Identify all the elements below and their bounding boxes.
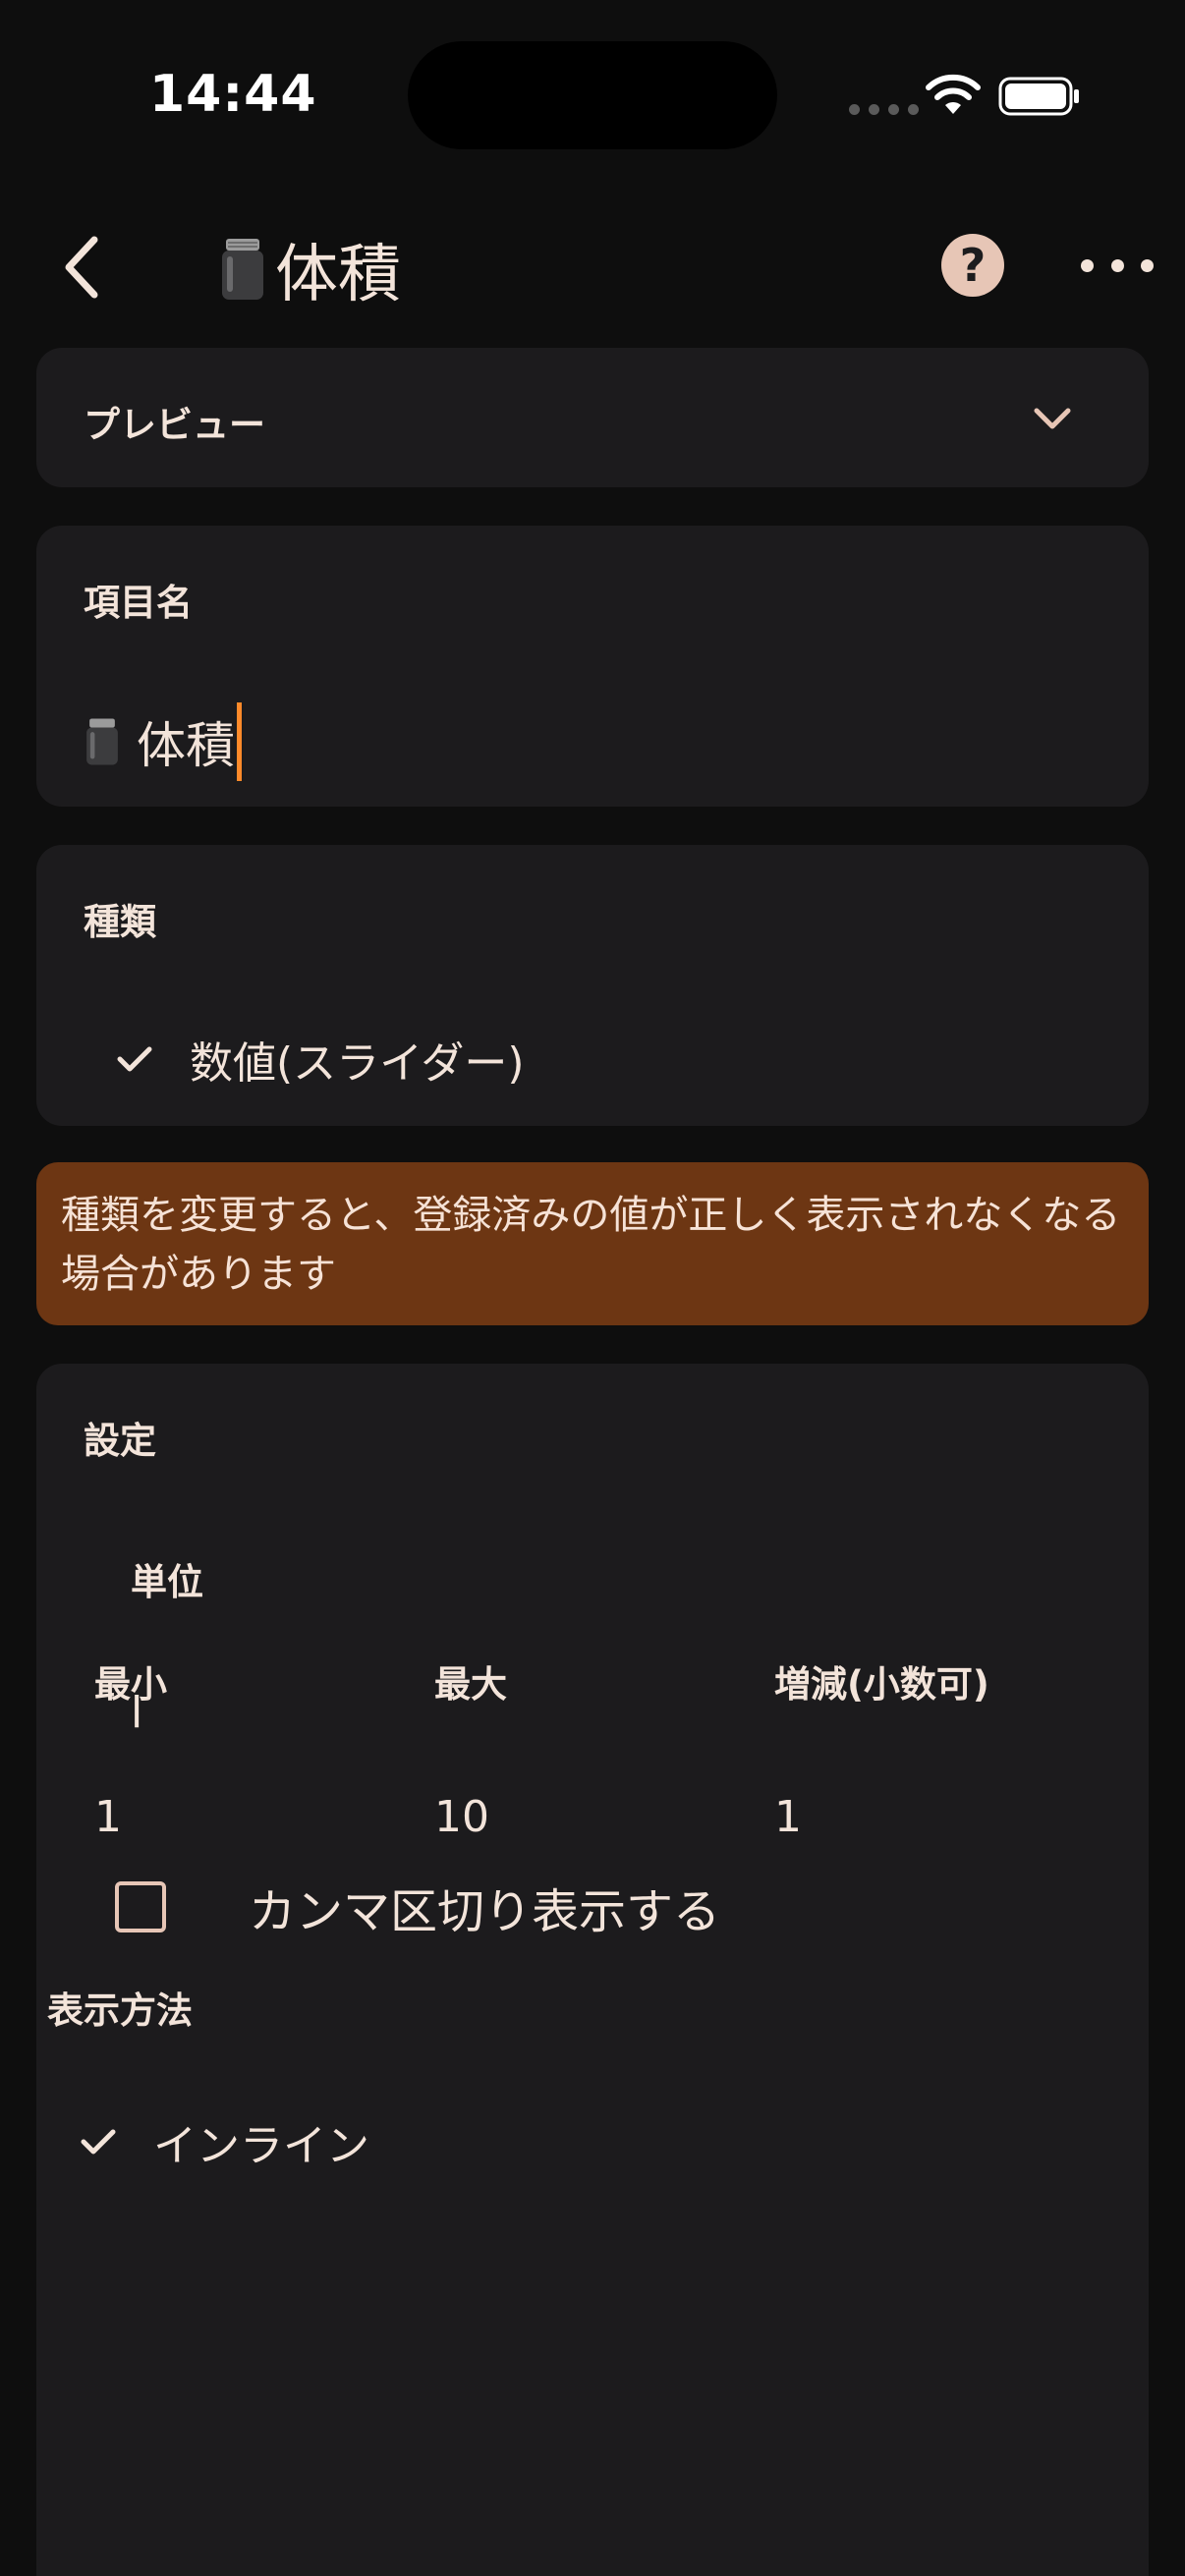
dynamic-island	[408, 41, 777, 149]
settings-label: 設定	[84, 1420, 156, 1462]
type-change-warning: 種類を変更すると、登録済みの値が正しく表示されなくなる場合があります	[36, 1162, 1149, 1325]
battery-icon	[998, 77, 1079, 116]
preview-label: プレビュー	[84, 404, 265, 446]
step-input[interactable]: 1	[774, 1792, 802, 1842]
preview-section[interactable]: プレビュー	[36, 348, 1149, 487]
jar-icon	[222, 239, 263, 300]
display-option-inline[interactable]: インライン	[81, 2110, 369, 2173]
type-option-slider[interactable]: 数値(スライダー)	[117, 1028, 525, 1091]
display-method-label: 表示方法	[47, 1989, 193, 2032]
help-button[interactable]: ?	[941, 234, 1004, 297]
display-option-label: インライン	[153, 2121, 369, 2171]
step-label: 増減(小数可)	[774, 1663, 989, 1706]
more-button[interactable]	[1081, 253, 1154, 277]
status-time: 14:44	[149, 65, 317, 124]
settings-section: 設定 単位 l カンマ区切り表示する	[36, 1364, 1149, 2576]
help-icon: ?	[959, 239, 987, 292]
item-name-section: 項目名 体積	[36, 526, 1149, 807]
type-option-label: 数値(スライダー)	[190, 1038, 525, 1089]
min-input[interactable]: 1	[94, 1792, 122, 1842]
checkmark-icon	[81, 2129, 116, 2155]
type-label: 種類	[84, 901, 156, 943]
item-name-value: 体積	[137, 717, 235, 774]
jar-icon	[86, 718, 118, 765]
unit-label: 単位	[131, 1561, 203, 1603]
chevron-down-icon[interactable]	[1031, 399, 1074, 438]
wifi-icon	[926, 74, 981, 114]
back-button[interactable]	[51, 228, 114, 307]
item-name-label: 項目名	[84, 582, 193, 624]
comma-checkbox[interactable]	[115, 1881, 166, 1932]
more-horizontal-icon	[1081, 258, 1094, 272]
comma-toggle[interactable]: カンマ区切り表示する	[115, 1873, 720, 1941]
checkmark-icon	[117, 1046, 152, 1072]
page-title: 体積	[218, 224, 401, 314]
chevron-left-icon	[65, 236, 98, 299]
page-title-text: 体積	[275, 239, 401, 311]
max-input[interactable]: 10	[434, 1792, 489, 1842]
min-label: 最小	[94, 1663, 167, 1706]
text-caret	[237, 702, 242, 781]
max-label: 最大	[434, 1663, 507, 1706]
signal-icon	[849, 104, 919, 115]
comma-label: カンマ区切り表示する	[249, 1884, 721, 1939]
type-section: 種類 数値(スライダー)	[36, 845, 1149, 1126]
item-name-input[interactable]: 体積	[84, 702, 242, 781]
